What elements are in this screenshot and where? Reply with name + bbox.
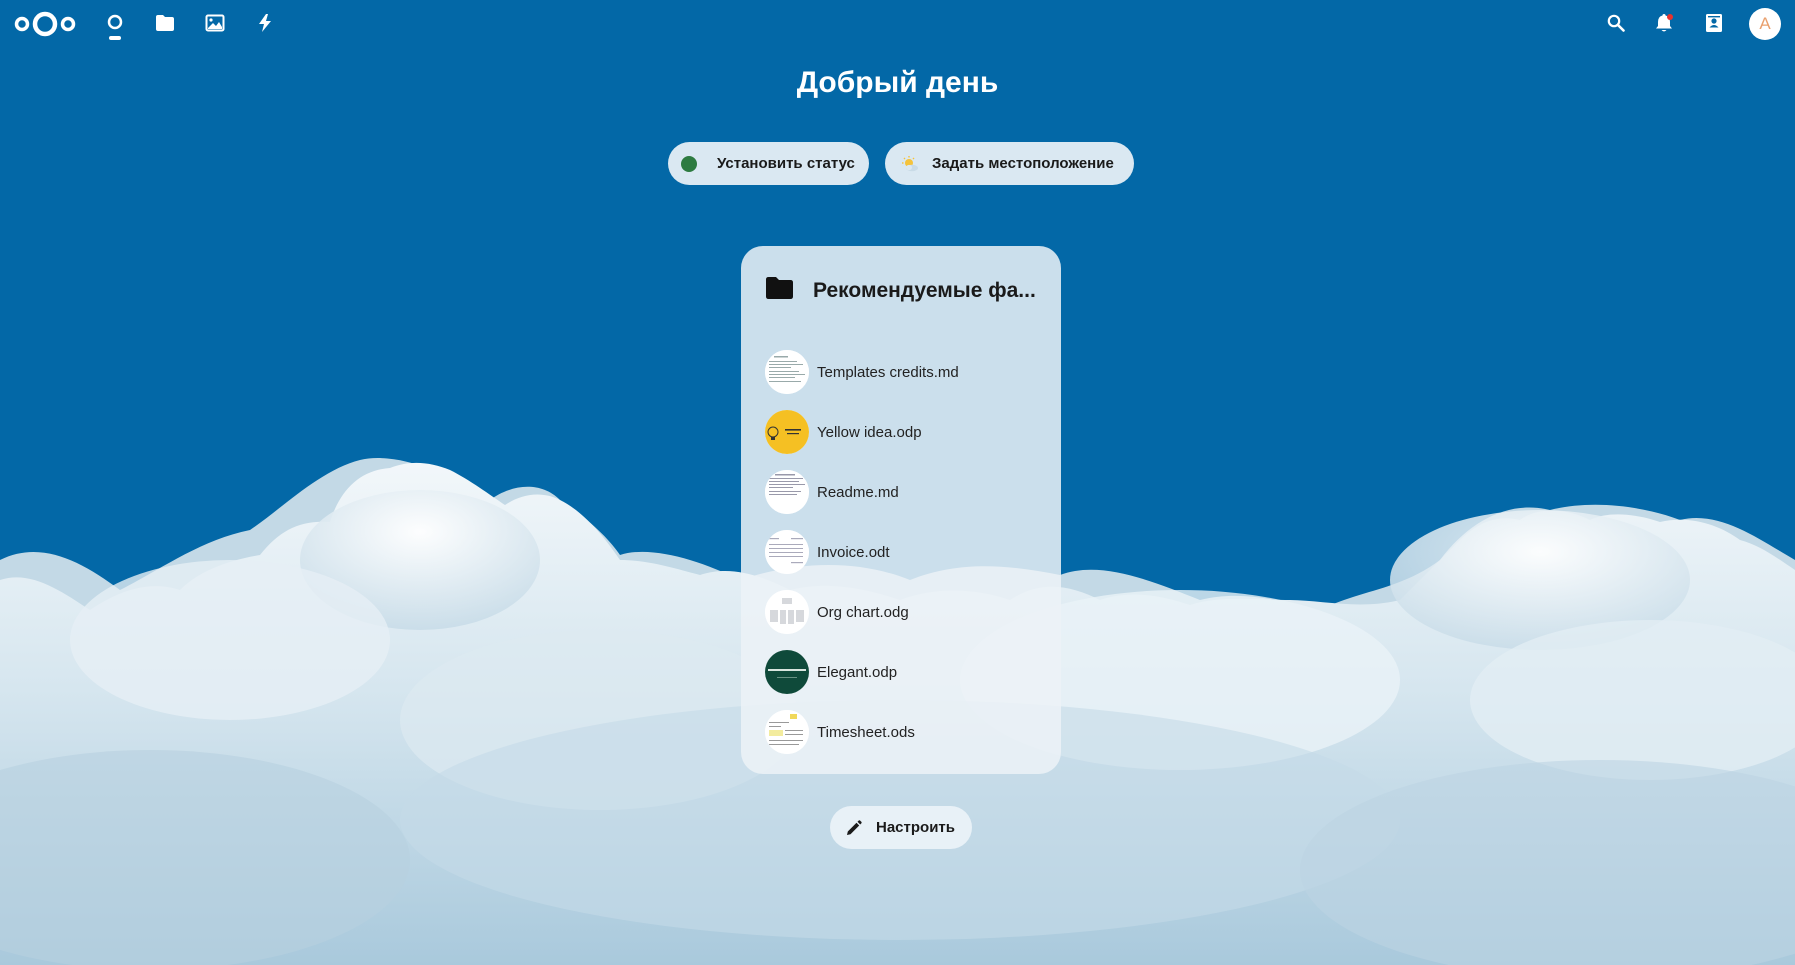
file-item-readme[interactable]: Readme.md [765, 462, 1045, 522]
file-list: Templates credits.md Yellow idea.odp Rea… [765, 342, 1045, 762]
folder-icon [765, 276, 794, 305]
customize-label: Настроить [876, 819, 955, 836]
notification-badge [1667, 14, 1673, 20]
file-name: Timesheet.ods [817, 723, 915, 741]
lightning-icon[interactable] [253, 11, 277, 35]
file-name: Yellow idea.odp [817, 423, 922, 441]
file-item-elegant[interactable]: Elegant.odp [765, 642, 1045, 702]
text-doc-thumbnail [765, 350, 809, 394]
top-bar: A [0, 0, 1795, 46]
status-online-indicator [681, 155, 697, 172]
image-icon[interactable] [203, 11, 227, 35]
file-item-timesheet[interactable]: Timesheet.ods [765, 702, 1045, 762]
search-icon[interactable] [1604, 11, 1628, 35]
org-chart-thumbnail [765, 590, 809, 634]
file-item-org-chart[interactable]: Org chart.odg [765, 582, 1045, 642]
set-status-button[interactable]: Установить статус [668, 142, 869, 185]
file-item-templates-credits[interactable]: Templates credits.md [765, 342, 1045, 402]
dashboard-icon[interactable] [103, 11, 127, 35]
invoice-doc-thumbnail [765, 530, 809, 574]
contacts-icon[interactable] [1702, 11, 1726, 35]
customize-button[interactable]: Настроить [830, 806, 972, 849]
nextcloud-logo[interactable] [14, 9, 76, 39]
yellow-slide-thumbnail [765, 410, 809, 454]
greeting-title: Добрый день [796, 66, 999, 99]
weather-sun-cloud-icon [900, 155, 920, 173]
file-name: Elegant.odp [817, 663, 898, 681]
set-status-label: Установить статус [717, 155, 855, 172]
recommended-files-widget: Рекомендуемые фа... Templates credits.md… [741, 246, 1061, 774]
avatar-letter: A [1759, 14, 1771, 33]
file-name: Templates credits.md [817, 363, 959, 381]
elegant-slide-thumbnail [765, 650, 809, 694]
set-location-button[interactable]: Задать местоположение [885, 142, 1134, 185]
pencil-icon [846, 819, 862, 836]
set-location-label: Задать местоположение [932, 155, 1114, 172]
file-item-invoice[interactable]: Invoice.odt [765, 522, 1045, 582]
file-item-yellow-idea[interactable]: Yellow idea.odp [765, 402, 1045, 462]
file-name: Invoice.odt [817, 543, 890, 561]
widget-header: Рекомендуемые фа... [765, 276, 1041, 305]
avatar[interactable]: A [1749, 8, 1781, 40]
spreadsheet-thumbnail [765, 710, 809, 754]
active-app-indicator [109, 36, 121, 40]
file-name: Org chart.odg [817, 603, 909, 621]
widget-title: Рекомендуемые фа... [813, 278, 1036, 302]
file-name: Readme.md [817, 483, 899, 501]
folder-icon[interactable] [153, 11, 177, 35]
text-doc-thumbnail [765, 470, 809, 514]
